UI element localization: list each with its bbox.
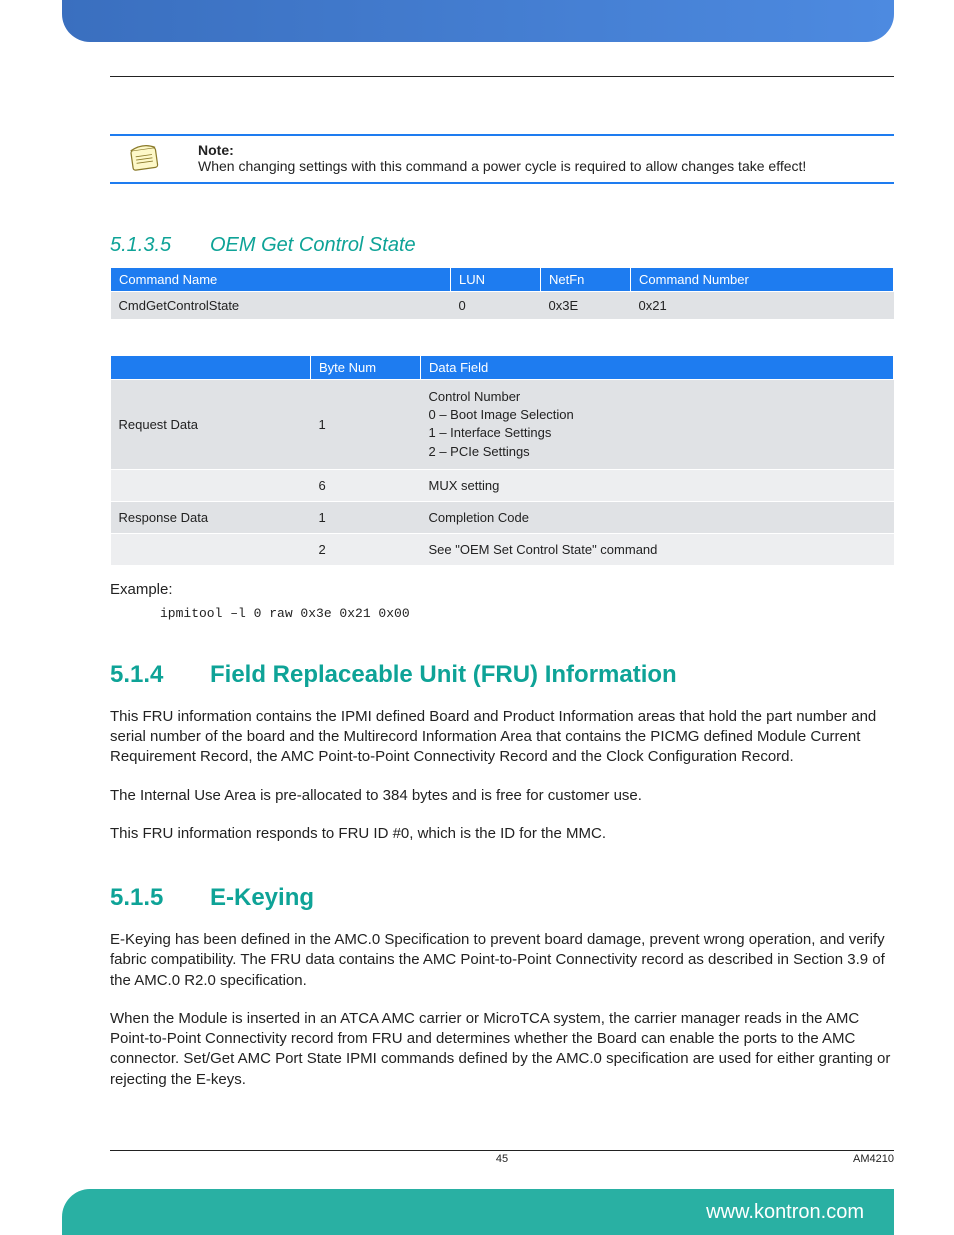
- cell-cmdname: CmdGetControlState: [111, 292, 451, 320]
- heading-number: 5.1.5: [110, 884, 210, 912]
- heading-title: OEM Get Control State: [210, 234, 416, 257]
- paragraph: This FRU information contains the IPMI d…: [110, 707, 894, 768]
- cell-data: Completion Code: [421, 501, 894, 533]
- paragraph: When the Module is inserted in an ATCA A…: [110, 1009, 894, 1090]
- heading-title: E-Keying: [210, 884, 314, 912]
- heading-515: 5.1.5 E-Keying: [110, 884, 894, 912]
- cell-label: [111, 469, 311, 501]
- example-code: ipmitool –l 0 raw 0x3e 0x21 0x00: [160, 606, 894, 621]
- th-datafield: Data Field: [421, 356, 894, 380]
- command-table: Command Name LUN NetFn Command Number Cm…: [110, 267, 894, 319]
- header-banner: [62, 0, 894, 42]
- paragraph: The Internal Use Area is pre-allocated t…: [110, 786, 894, 806]
- cell-byte: 1: [311, 380, 421, 470]
- th-netfn: NetFn: [541, 268, 631, 292]
- cell-label: Request Data: [111, 380, 311, 470]
- top-rule: [110, 76, 894, 77]
- th-bytenum: Byte Num: [311, 356, 421, 380]
- table-row: 2 See "OEM Set Control State" command: [111, 533, 894, 565]
- th-blank: [111, 356, 311, 380]
- cell-label: [111, 533, 311, 565]
- footer-banner: www.kontron.com: [62, 1189, 894, 1235]
- cell-byte: 6: [311, 469, 421, 501]
- note-icon: [126, 142, 164, 174]
- table-row: Request Data 1 Control Number 0 – Boot I…: [111, 380, 894, 470]
- heading-number: 5.1.3.5: [110, 234, 210, 257]
- heading-5135: 5.1.3.5 OEM Get Control State: [110, 234, 894, 257]
- cell-data: MUX setting: [421, 469, 894, 501]
- cell-label: Response Data: [111, 501, 311, 533]
- table-row: CmdGetControlState 0 0x3E 0x21: [111, 292, 894, 320]
- cell-lun: 0: [451, 292, 541, 320]
- cell-byte: 1: [311, 501, 421, 533]
- table-row: 6 MUX setting: [111, 469, 894, 501]
- paragraph: E-Keying has been defined in the AMC.0 S…: [110, 930, 894, 991]
- note-box: Note: When changing settings with this c…: [110, 134, 894, 184]
- page-number: 45: [110, 1153, 894, 1165]
- cell-data: Control Number 0 – Boot Image Selection …: [421, 380, 894, 470]
- footer-url: www.kontron.com: [706, 1201, 864, 1224]
- th-command-number: Command Number: [631, 268, 894, 292]
- register-table: Byte Num Data Field Request Data 1 Contr…: [110, 355, 894, 565]
- cell-cmdnum: 0x21: [631, 292, 894, 320]
- footer-rule: 45 AM4210: [110, 1150, 894, 1165]
- cell-byte: 2: [311, 533, 421, 565]
- paragraph: This FRU information responds to FRU ID …: [110, 824, 894, 844]
- heading-number: 5.1.4: [110, 661, 210, 689]
- note-heading: Note:: [198, 142, 894, 158]
- heading-514: 5.1.4 Field Replaceable Unit (FRU) Infor…: [110, 661, 894, 689]
- th-command-name: Command Name: [111, 268, 451, 292]
- heading-title: Field Replaceable Unit (FRU) Information: [210, 661, 677, 689]
- note-text: When changing settings with this command…: [198, 158, 806, 174]
- table-row: Response Data 1 Completion Code: [111, 501, 894, 533]
- cell-data: See "OEM Set Control State" command: [421, 533, 894, 565]
- th-lun: LUN: [451, 268, 541, 292]
- cell-netfn: 0x3E: [541, 292, 631, 320]
- example-label: Example:: [110, 581, 894, 598]
